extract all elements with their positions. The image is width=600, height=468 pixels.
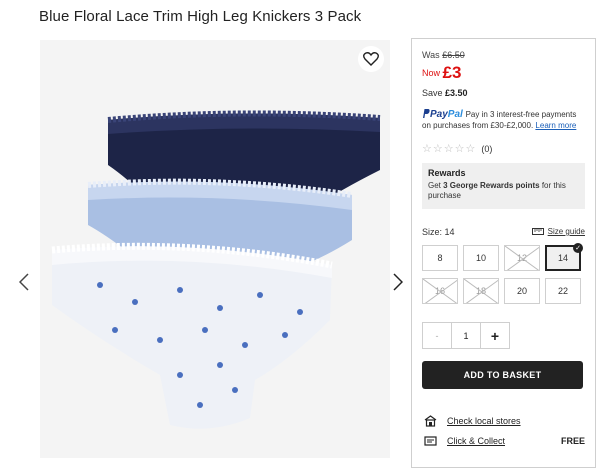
- save-label: Save: [422, 88, 443, 98]
- star-icon: ☆: [432, 143, 443, 155]
- paypal-learn-more-link[interactable]: Learn more: [535, 121, 576, 130]
- was-price: Was £6.50: [422, 50, 465, 60]
- paypal-icon: [423, 109, 430, 118]
- size-option-8[interactable]: 8: [422, 245, 458, 271]
- ruler-icon: [531, 228, 544, 235]
- product-image: [51, 110, 381, 429]
- size-option-14-selected[interactable]: 14 ✓: [545, 243, 583, 271]
- product-title: Blue Floral Lace Trim High Leg Knickers …: [39, 8, 362, 25]
- check-local-stores-link[interactable]: Check local stores: [447, 416, 521, 426]
- click-and-collect-price: FREE: [560, 436, 585, 446]
- collect-icon: [422, 436, 438, 446]
- add-to-basket-button[interactable]: ADD TO BASKET: [422, 361, 583, 389]
- rating-stars[interactable]: ☆ ☆ ☆ ☆ ☆ (0): [422, 142, 492, 155]
- size-option-20[interactable]: 20: [504, 278, 540, 304]
- unavailable-cross-icon: [505, 246, 539, 270]
- quantity-increase-button[interactable]: +: [480, 323, 509, 348]
- now-price: Now £3: [422, 63, 461, 83]
- unavailable-cross-icon: [423, 279, 457, 303]
- store-icon: [422, 415, 438, 427]
- paypal-logo: PayPal: [422, 109, 466, 120]
- click-and-collect-link[interactable]: Click & Collect: [447, 436, 505, 446]
- quantity-stepper: - 1 +: [422, 322, 510, 349]
- size-option-18-unavailable[interactable]: 18: [463, 278, 499, 304]
- purchase-panel: Was £6.50 Now £3 Save £3.50 PayPal Pay i…: [411, 38, 596, 468]
- click-and-collect[interactable]: Click & Collect FREE: [422, 436, 585, 446]
- star-icon: ☆: [422, 143, 432, 155]
- was-value: £6.50: [442, 50, 465, 60]
- size-guide-link[interactable]: Size guide: [531, 227, 585, 236]
- rewards-title: Rewards: [428, 168, 466, 178]
- size-option-10[interactable]: 10: [463, 245, 499, 271]
- quantity-input[interactable]: 1: [452, 323, 480, 348]
- size-selected-value: 14: [444, 227, 455, 237]
- size-option-16-unavailable[interactable]: 16: [422, 278, 458, 304]
- save-value: £3.50: [445, 88, 468, 98]
- review-count: (0): [481, 143, 493, 154]
- now-label: Now: [422, 68, 441, 78]
- wishlist-button[interactable]: [358, 46, 384, 72]
- unavailable-cross-icon: [464, 279, 498, 303]
- star-icon: ☆: [443, 143, 454, 155]
- star-icon: ☆: [454, 143, 465, 155]
- paypal-message: PayPal Pay in 3 interest-free payments o…: [422, 109, 587, 131]
- prev-image-button[interactable]: [16, 272, 32, 292]
- check-icon: ✓: [573, 243, 583, 253]
- size-option-22[interactable]: 22: [545, 278, 581, 304]
- rewards-box: Rewards Get 3 George Rewards points for …: [422, 163, 585, 209]
- check-local-stores[interactable]: Check local stores: [422, 415, 585, 427]
- chevron-left-icon: [19, 273, 29, 291]
- size-option-12-unavailable[interactable]: 12: [504, 245, 540, 271]
- was-label: Was: [422, 50, 440, 60]
- product-image-gallery[interactable]: [40, 40, 390, 458]
- rewards-text: Get 3 George Rewards points for this pur…: [428, 181, 566, 200]
- next-image-button[interactable]: [390, 272, 406, 292]
- size-label: Size: 14: [422, 227, 455, 237]
- quantity-decrease-button[interactable]: -: [423, 323, 452, 348]
- now-value: £3: [442, 63, 462, 82]
- heart-icon: [363, 52, 379, 66]
- chevron-right-icon: [393, 273, 403, 291]
- star-icon: ☆: [465, 143, 476, 155]
- save-amount: Save £3.50: [422, 88, 468, 98]
